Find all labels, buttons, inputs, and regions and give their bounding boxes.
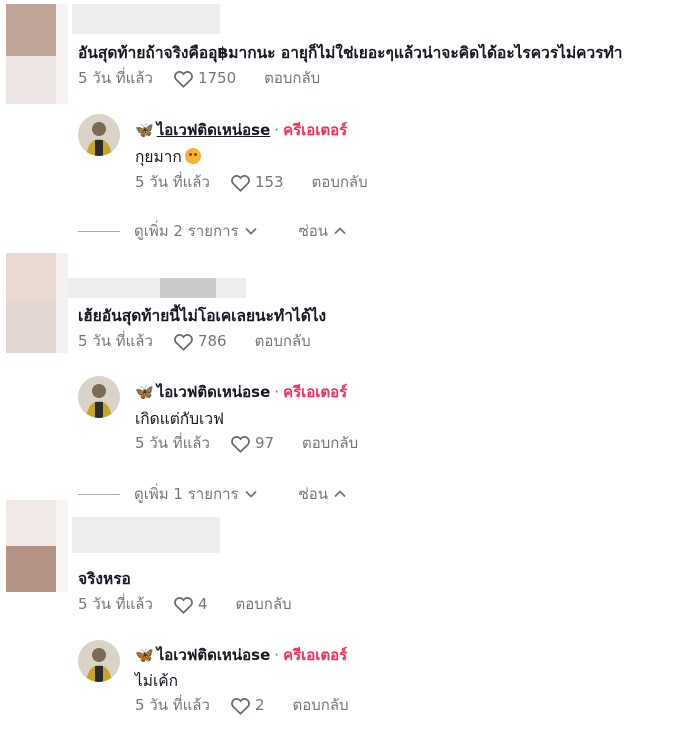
comment-meta: 5 วัน ที่แล้ว 4 ตอบกลับ: [78, 592, 292, 616]
comment-text: เฮ้ยอันสุดท้ายนี้ไม่โอเคเลยนะทำได้ไง: [78, 307, 327, 325]
creator-username[interactable]: ไอเวฟติดเหน่อse: [157, 643, 271, 667]
commenter-avatar[interactable]: [6, 4, 68, 104]
comment-meta: 5 วัน ที่แล้ว 786 ตอบกลับ: [78, 329, 311, 353]
butterfly-icon: 🦋: [135, 646, 154, 664]
comment-text: จริงหรอ: [78, 570, 131, 588]
view-more-replies-button[interactable]: ดูเพิ่ม 1 รายการ: [134, 482, 257, 506]
like-count: 1750: [197, 69, 237, 87]
heart-outline-icon: [174, 70, 193, 88]
creator-badge: ครีเอเตอร์: [283, 383, 348, 401]
creator-username[interactable]: ไอเวฟติดเหน่อse: [157, 380, 271, 404]
replies-toggle-row: ดูเพิ่ม 1 รายการ ซ่อน: [78, 482, 346, 506]
creator-badge: ครีเอเตอร์: [283, 121, 348, 139]
reply-time: 5 วัน ที่แล้ว: [135, 434, 210, 452]
comment-time: 5 วัน ที่แล้ว: [78, 595, 153, 613]
chevron-down-icon: [244, 227, 257, 235]
reply-meta: 5 วัน ที่แล้ว 2 ตอบกลับ: [135, 693, 349, 717]
heart-outline-icon: [174, 333, 193, 351]
reply-time: 5 วัน ที่แล้ว: [135, 696, 210, 714]
reply-text: กุยมาก: [135, 148, 182, 166]
redacted-username: [72, 517, 220, 553]
hide-replies-button[interactable]: ซ่อน: [299, 219, 346, 243]
redacted-username: [68, 278, 246, 298]
comment-text: อันสุดท้ายถ้าจริงคืออุ฿มากนะ อายุก็ไม่ใช…: [78, 44, 623, 62]
reply-button[interactable]: ตอบกลับ: [235, 592, 291, 616]
like-button[interactable]: 4: [173, 595, 208, 614]
chevron-up-icon: [334, 490, 346, 498]
creator-avatar[interactable]: [78, 640, 120, 682]
view-more-label: ดูเพิ่ม 2 รายการ: [134, 222, 239, 240]
replies-toggle-row: ดูเพิ่ม 2 รายการ ซ่อน: [78, 219, 346, 243]
commenter-avatar[interactable]: [6, 253, 68, 353]
like-count: 2: [254, 696, 265, 714]
redacted-username-dark: [160, 278, 216, 298]
reply-author: 🦋 ไอเวฟติดเหน่อse · ครีเอเตอร์: [135, 118, 347, 142]
reply-meta: 5 วัน ที่แล้ว 97 ตอบกลับ: [135, 431, 358, 455]
reply-button[interactable]: ตอบกลับ: [264, 66, 320, 90]
creator-badge: ครีเอเตอร์: [283, 646, 348, 664]
reply-button[interactable]: ตอบกลับ: [302, 431, 358, 455]
separator: ·: [274, 121, 280, 139]
reply-text: เกิดแต่กับเวฟ: [135, 410, 225, 428]
chevron-up-icon: [334, 227, 346, 235]
like-button[interactable]: 1750: [173, 69, 236, 88]
redacted-username: [72, 4, 220, 34]
separator: ·: [274, 646, 280, 664]
heart-outline-icon: [231, 174, 250, 192]
creator-avatar[interactable]: [78, 376, 120, 418]
reply-text-row: กุยมาก: [135, 144, 201, 169]
creator-username[interactable]: ไอเวฟติดเหน่อse: [157, 118, 271, 142]
reply-button[interactable]: ตอบกลับ: [312, 170, 368, 194]
reply-meta: 5 วัน ที่แล้ว 153 ตอบกลับ: [135, 170, 368, 194]
heart-outline-icon: [231, 435, 250, 453]
reply-button[interactable]: ตอบกลับ: [255, 329, 311, 353]
like-count: 786: [197, 332, 227, 350]
reply-text: ไม่เค้ก: [135, 672, 179, 690]
hide-replies-button[interactable]: ซ่อน: [299, 482, 346, 506]
hide-label: ซ่อน: [298, 485, 329, 503]
reply-author: 🦋 ไอเวฟติดเหน่อse · ครีเอเตอร์: [135, 643, 347, 667]
divider-line: [78, 230, 120, 232]
emoji-icon: [184, 148, 201, 164]
butterfly-icon: 🦋: [135, 383, 154, 401]
comment-time: 5 วัน ที่แล้ว: [78, 332, 153, 350]
like-count: 97: [254, 434, 275, 452]
comment-time: 5 วัน ที่แล้ว: [78, 69, 153, 87]
reply-author: 🦋 ไอเวฟติดเหน่อse · ครีเอเตอร์: [135, 380, 347, 404]
hide-label: ซ่อน: [298, 222, 329, 240]
commenter-avatar[interactable]: [6, 500, 68, 592]
view-more-replies-button[interactable]: ดูเพิ่ม 2 รายการ: [134, 219, 257, 243]
heart-outline-icon: [231, 697, 250, 715]
like-count: 4: [197, 595, 208, 613]
like-button[interactable]: 153: [230, 173, 284, 192]
creator-avatar[interactable]: [78, 114, 120, 156]
chevron-down-icon: [244, 490, 257, 498]
separator: ·: [274, 383, 280, 401]
heart-outline-icon: [174, 596, 193, 614]
like-button[interactable]: 97: [230, 434, 274, 453]
reply-time: 5 วัน ที่แล้ว: [135, 173, 210, 191]
butterfly-icon: 🦋: [135, 121, 154, 139]
view-more-label: ดูเพิ่ม 1 รายการ: [134, 485, 239, 503]
like-count: 153: [254, 173, 284, 191]
divider-line: [78, 493, 120, 495]
comment-meta: 5 วัน ที่แล้ว 1750 ตอบกลับ: [78, 66, 320, 90]
like-button[interactable]: 2: [230, 696, 265, 715]
reply-button[interactable]: ตอบกลับ: [292, 693, 348, 717]
like-button[interactable]: 786: [173, 332, 227, 351]
